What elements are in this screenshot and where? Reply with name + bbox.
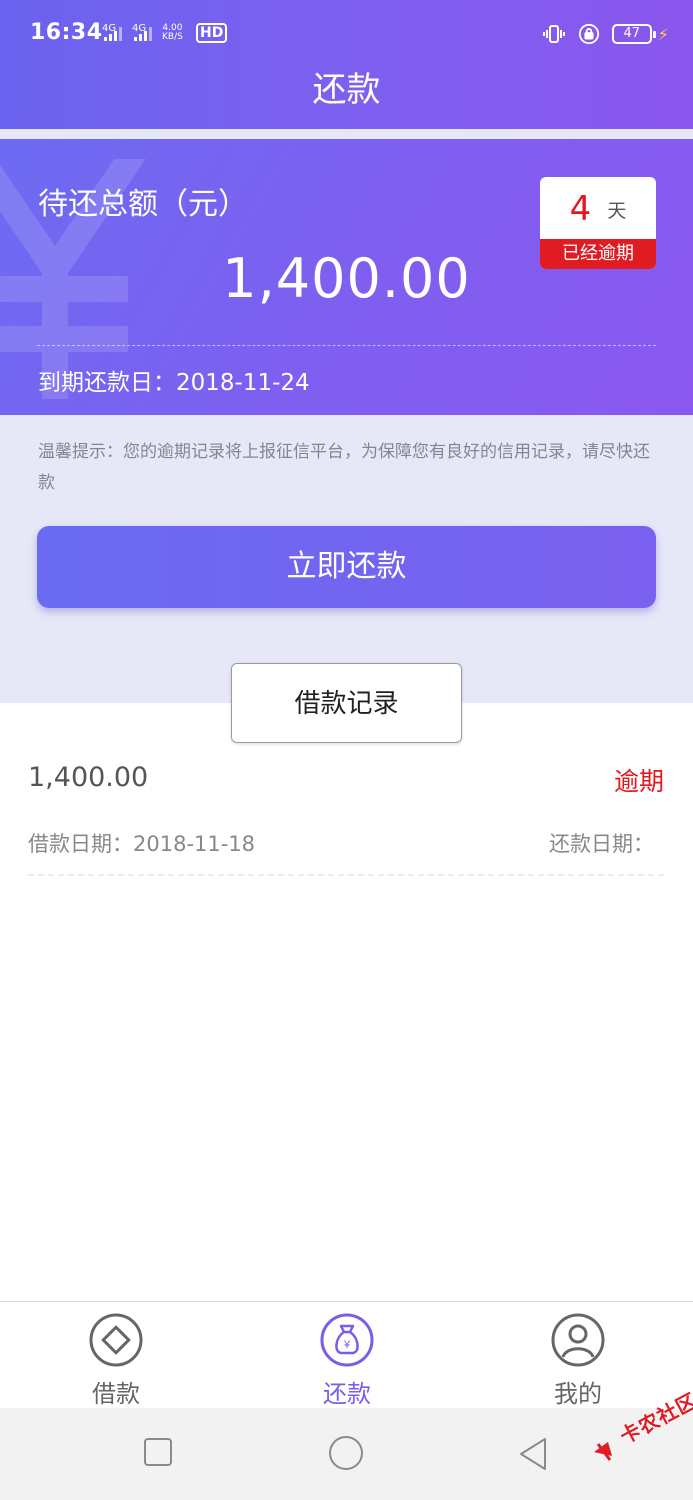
tab-mine-label: 我的 [554,1380,602,1408]
notice-section: 温馨提示：您的逾期记录将上报征信平台，为保障您有良好的信用记录，请尽快还款 立即… [0,415,693,703]
overdue-days-unit: 天 [607,199,627,222]
rotation-lock-icon [578,23,599,45]
overdue-days: 4天 [540,189,656,229]
back-icon[interactable] [517,1437,549,1471]
card-divider [37,345,656,346]
diamond-icon [89,1313,143,1367]
battery-icon: 47 [611,24,656,44]
signal-2-icon [134,27,152,41]
notice-text: 温馨提示：您的逾期记录将上报征信平台，为保障您有良好的信用记录，请尽快还款 [38,442,650,493]
tab-loan-label: 借款 [92,1380,140,1408]
record-divider [28,874,664,876]
tab-repay-label: 还款 [323,1380,371,1408]
status-right: 47 ⚡ [542,22,669,46]
record-loan-date: 借款日期：2018-11-18 [28,832,256,856]
pending-total-label: 待还总额（元） [38,187,248,222]
tab-mine[interactable]: 我的 [518,1312,638,1409]
bottom-tab-bar: 借款 ¥ 还款 我的 [0,1301,693,1408]
due-date: 到期还款日：2018-11-24 [38,370,310,396]
top-header: 16:34 4G 4G 4.00 KB/S HD 47 ⚡ 还款 [0,0,693,129]
charging-icon: ⚡ [657,24,669,44]
overdue-status-label: 已经逾期 [540,239,656,269]
home-icon[interactable] [328,1435,364,1471]
recent-apps-icon[interactable] [143,1437,173,1467]
list-item[interactable]: 1,400.00 逾期 借款日期：2018-11-18 还款日期： [28,750,664,876]
speed-unit: KB/S [162,32,183,42]
tab-loan[interactable]: 借款 [56,1312,176,1409]
signal-1-icon [104,27,122,41]
page-title: 还款 [312,70,381,110]
overdue-badge: 4天 已经逾期 [540,177,656,269]
loan-records-tab[interactable]: 借款记录 [231,663,462,743]
tab-repay[interactable]: ¥ 还款 [287,1312,407,1409]
svg-text:¥: ¥ [343,1339,351,1351]
record-status-badge: 逾期 [613,767,664,796]
header-divider [0,129,693,139]
repay-now-button[interactable]: 立即还款 [37,526,656,608]
vibrate-icon [542,25,565,43]
hd-icon: HD [196,23,228,43]
user-icon [551,1313,605,1367]
status-bar: 16:34 4G 4G 4.00 KB/S HD 47 ⚡ [0,0,693,70]
status-time: 16:34 [30,20,103,45]
money-bag-icon: ¥ [320,1313,374,1367]
network-speed: 4.00 KB/S [162,24,183,42]
record-repay-date: 还款日期： [549,832,654,856]
repayment-summary-card: 待还总额（元） 1,400.00 4天 已经逾期 到期还款日：2018-11-2… [0,139,693,415]
record-amount: 1,400.00 [28,762,149,793]
overdue-days-number: 4 [569,189,592,229]
